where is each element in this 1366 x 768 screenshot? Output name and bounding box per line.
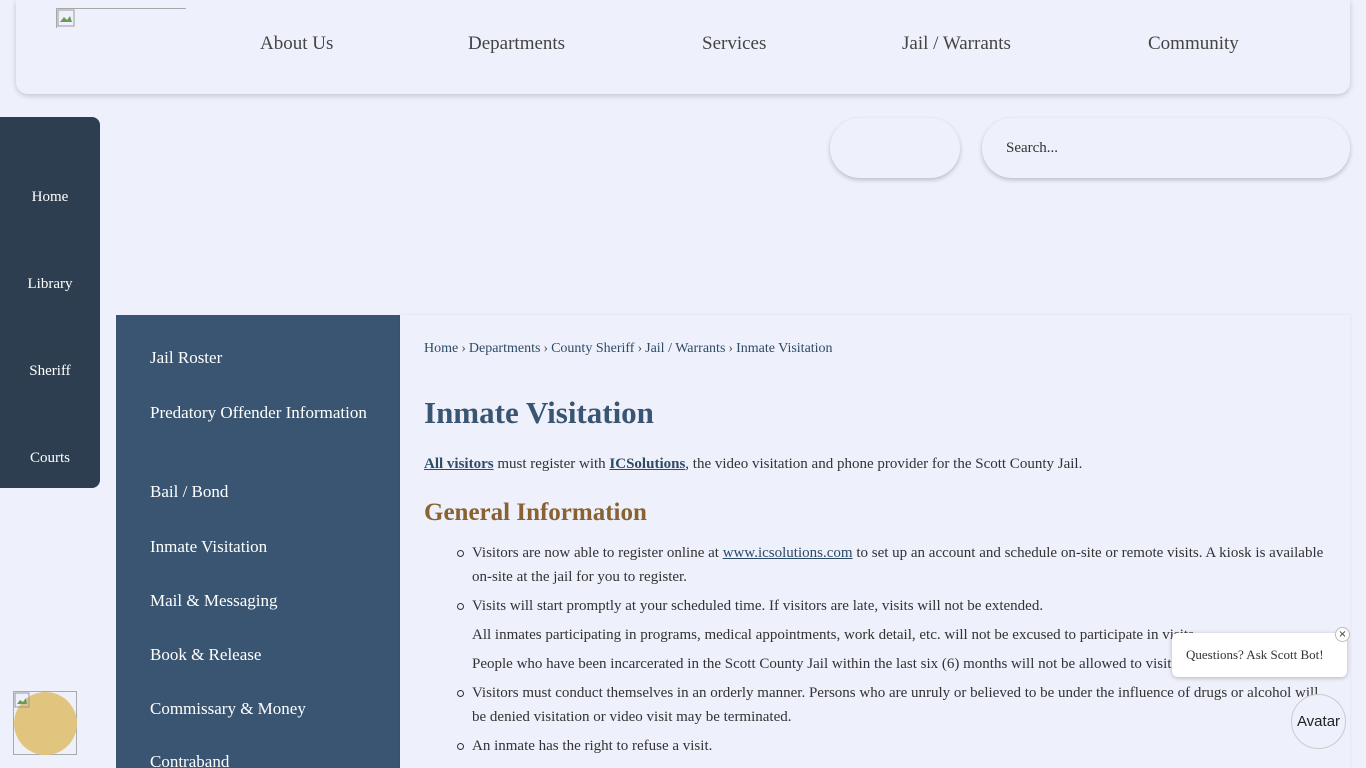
section-nav-predatory-offender[interactable]: Predatory Offender Information [150, 400, 380, 425]
intro-paragraph: All visitors must register with ICSoluti… [424, 456, 1082, 473]
all-visitors-link[interactable]: All visitors [424, 456, 494, 472]
main-content: Home › Departments › County Sheriff › Jail / W… [400, 315, 1350, 768]
breadcrumb: Home › Departments › County Sheriff › Jail / W… [424, 341, 833, 357]
nav-departments[interactable]: Departments [468, 33, 565, 55]
section-nav: Jail Roster Predatory Offender Informati… [116, 315, 400, 768]
sidebar-item-sheriff[interactable]: Sheriff [0, 363, 100, 380]
site-header: About Us Departments Services Jail / War… [16, 0, 1350, 94]
section-nav-jail-roster[interactable]: Jail Roster [150, 345, 380, 370]
breadcrumb-jail-warrants[interactable]: Jail / Warrants [645, 341, 725, 356]
breadcrumb-current: Inmate Visitation [736, 341, 833, 356]
breadcrumb-separator: › [637, 341, 643, 356]
sidebar-item-home[interactable]: Home [0, 189, 100, 206]
breadcrumb-separator: › [461, 341, 466, 356]
breadcrumb-separator: › [728, 341, 734, 356]
quick-links-sidebar: Home Library Sheriff Courts [0, 117, 100, 488]
broken-image-icon [57, 9, 75, 27]
section-nav-contraband[interactable]: Contraband [150, 749, 380, 768]
broken-image-icon [14, 692, 30, 708]
page-title: Inmate Visitation [424, 395, 654, 430]
breadcrumb-departments[interactable]: Departments [469, 341, 541, 356]
list-item: An inmate has the right to refuse a visi… [457, 734, 1332, 758]
sidebar-item-courts[interactable]: Courts [0, 450, 100, 467]
nav-about-us[interactable]: About Us [260, 33, 333, 55]
translate-button[interactable] [830, 118, 960, 178]
icsolutions-link[interactable]: ICSolutions [609, 456, 685, 472]
list-item: Visitors are now able to register online… [457, 541, 1332, 589]
intro-text: , the video visitation and phone provide… [685, 456, 1083, 472]
site-logo[interactable] [56, 8, 186, 28]
search-input[interactable] [1006, 137, 1306, 159]
nav-community[interactable]: Community [1148, 33, 1239, 55]
breadcrumb-separator: › [543, 341, 549, 356]
section-nav-book-release[interactable]: Book & Release [150, 642, 380, 667]
section-nav-inmate-visitation[interactable]: Inmate Visitation [150, 534, 380, 559]
sidebar-item-library[interactable]: Library [0, 276, 100, 293]
section-nav-bail-bond[interactable]: Bail / Bond [150, 479, 380, 504]
chatbot-avatar-button[interactable]: Avatar [1291, 694, 1346, 749]
chatbot-prompt[interactable]: Questions? Ask Scott Bot! [1172, 633, 1347, 677]
breadcrumb-county-sheriff[interactable]: County Sheriff [551, 341, 634, 356]
search-box [982, 118, 1350, 178]
section-nav-mail-messaging[interactable]: Mail & Messaging [150, 588, 380, 613]
close-icon[interactable]: × [1335, 627, 1350, 642]
nav-services[interactable]: Services [702, 33, 766, 55]
list-item: Visits will start promptly at your sched… [457, 594, 1332, 618]
nav-jail-warrants[interactable]: Jail / Warrants [902, 33, 1011, 55]
list-item-text: Visitors are now able to register online… [472, 545, 723, 561]
section-nav-commissary-money[interactable]: Commissary & Money [150, 696, 380, 721]
icsolutions-website-link[interactable]: www.icsolutions.com [723, 545, 853, 561]
section-heading: General Information [424, 499, 647, 526]
breadcrumb-home[interactable]: Home [424, 341, 458, 356]
intro-text: must register with [493, 456, 610, 472]
list-item: Visitors must conduct themselves in an o… [457, 681, 1332, 729]
